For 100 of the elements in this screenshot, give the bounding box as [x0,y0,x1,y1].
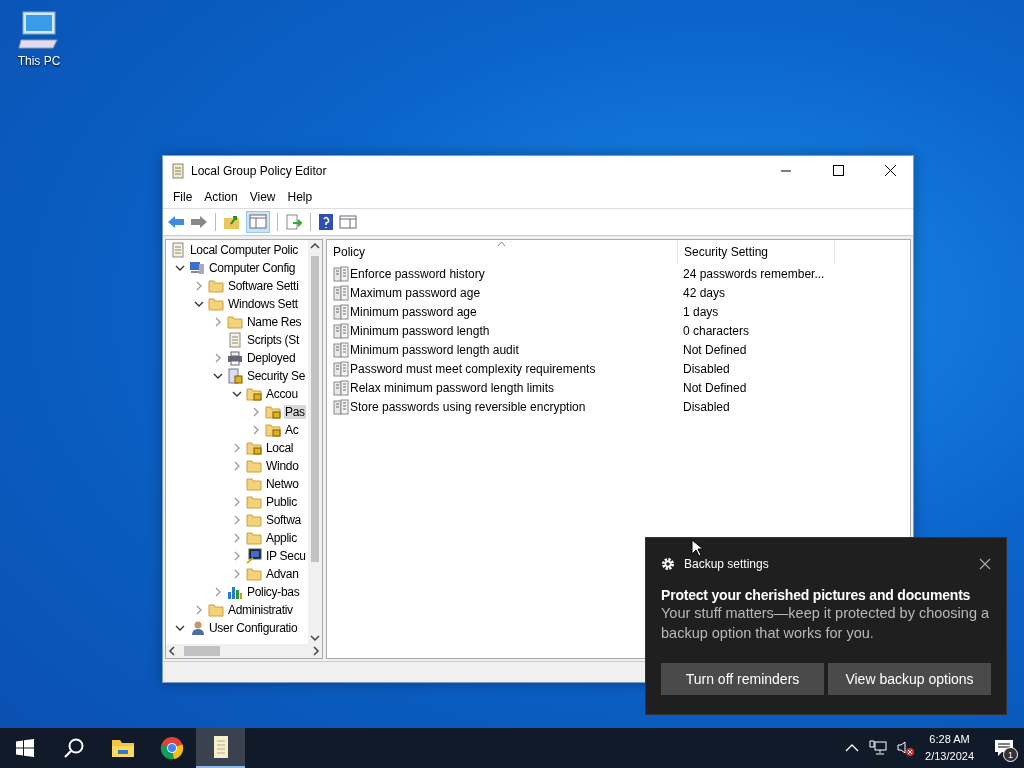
tree-item[interactable]: Public [265,495,298,509]
scroll-thumb[interactable] [184,646,220,656]
policy-icon [333,322,349,339]
table-cell[interactable]: Relax minimum password length limits [350,380,555,395]
tree-item[interactable]: Accou [265,387,299,401]
search-icon [62,737,85,759]
policy-icon [333,379,349,396]
column-header[interactable]: Security Setting [678,240,835,264]
policy-icon [333,360,349,377]
muted-speaker-icon[interactable] [897,740,916,756]
tree-item[interactable]: Policy-bas [246,585,301,599]
table-cell[interactable]: Not Defined [677,380,833,395]
table-cell[interactable]: Minimum password age [350,304,477,319]
show-pane-icon[interactable] [339,214,357,230]
table-cell[interactable]: Disabled [677,361,833,376]
notification-count: 1 [1003,747,1018,762]
console-tree-icon[interactable] [246,211,270,233]
folder-icon [246,567,262,581]
computer-icon [189,260,205,276]
toast-button[interactable]: View backup options [828,663,991,695]
table-cell[interactable]: Maximum password age [350,285,481,300]
toast-app-name: Backup settings [684,557,769,571]
folder-icon [246,513,262,527]
tree-item[interactable]: Software Setti [227,279,300,293]
horizontal-scrollbar[interactable] [166,644,322,658]
locked-folder-icon [265,405,281,419]
folder-icon [246,477,262,491]
bar-chart-icon [227,584,243,600]
menu-item[interactable]: Help [281,190,319,204]
tree-item[interactable]: Windo [265,459,300,473]
folder-icon [246,495,262,509]
table-cell[interactable]: Store passwords using reversible encryption [350,399,586,414]
table-cell[interactable]: Not Defined [677,342,833,357]
scroll-right-icon[interactable] [310,645,322,657]
tree-item[interactable]: Local [265,441,295,455]
locked-folder-icon [265,423,281,437]
tree-item[interactable]: Netwo [265,477,300,491]
forward-arrow-icon[interactable] [190,214,208,230]
scroll-thumb[interactable] [311,256,319,562]
help-icon[interactable] [318,213,334,231]
document-icon [170,242,186,258]
folder-icon [227,315,243,329]
monitor-icon [246,548,262,564]
clock-date[interactable]: 2/13/2024 [925,748,974,765]
tree-item[interactable]: Windows Sett [227,297,299,311]
scroll-icon [171,163,185,179]
tree-item[interactable]: Advan [265,567,300,581]
vertical-scrollbar[interactable] [308,240,322,644]
menu-item[interactable]: File [167,190,199,204]
tree-item[interactable]: User Configuratio [208,621,299,635]
table-cell[interactable]: 0 characters [677,323,833,338]
tree-item[interactable]: Scripts (St [246,333,301,347]
chevron-up-icon[interactable] [845,743,860,753]
window-title: Local Group Policy Editor [191,164,327,178]
tree-item[interactable]: Name Res [246,315,303,329]
toast-button[interactable]: Turn off reminders [661,663,824,695]
policy-icon [333,398,349,415]
folder-icon [208,603,224,617]
folder-icon [110,738,135,758]
tree-item[interactable]: Applic [265,531,298,545]
export-list-icon[interactable] [285,214,303,230]
close-icon[interactable] [979,558,991,570]
column-header[interactable]: Policy [327,240,678,264]
cursor-icon [691,539,703,557]
policy-icon [333,341,349,358]
tree-item[interactable]: IP Secu [265,549,307,563]
desktop-icon-label[interactable]: This PC [17,54,61,68]
tree-item[interactable]: Local Computer Polic [189,243,300,257]
toast-heading: Protect your cherished pictures and documents [661,587,972,603]
tree-item[interactable]: Pas [284,405,306,419]
table-cell[interactable]: Enforce password history [350,266,485,281]
table-cell[interactable]: Minimum password length [350,323,490,338]
tree-item[interactable]: Softwa [265,513,302,527]
table-cell[interactable]: Disabled [677,399,833,414]
scroll-down-icon[interactable] [309,632,321,644]
table-cell[interactable]: 1 days [677,304,833,319]
clock-time[interactable]: 6:28 AM [929,731,970,748]
network-icon[interactable] [869,740,888,756]
table-cell[interactable]: 24 passwords remember... [677,266,833,281]
table-cell[interactable]: Password must meet complexity requirements [350,361,596,376]
folder-icon [208,297,224,311]
policy-icon [333,265,349,282]
tree-item[interactable]: Deployed [246,351,297,365]
tree-item[interactable]: Administrativ [227,603,294,617]
user-icon [189,620,205,636]
security-icon [227,368,243,384]
folder-icon [208,279,224,293]
back-arrow-icon[interactable] [167,214,185,230]
table-cell[interactable]: Minimum password length audit [350,342,519,357]
taskbar-button[interactable] [196,728,245,768]
computer-icon[interactable] [17,10,61,50]
tree-item[interactable]: Security Se [246,369,307,383]
tree-item[interactable]: Computer Config [208,261,297,275]
folder-up-icon[interactable] [223,214,241,230]
scroll-left-icon[interactable] [166,645,178,657]
folder-icon [246,531,262,545]
menu-item[interactable]: View [243,190,282,204]
menu-item[interactable]: Action [198,190,244,204]
tree-item[interactable]: Ac [284,423,300,437]
table-cell[interactable]: 42 days [677,285,833,300]
